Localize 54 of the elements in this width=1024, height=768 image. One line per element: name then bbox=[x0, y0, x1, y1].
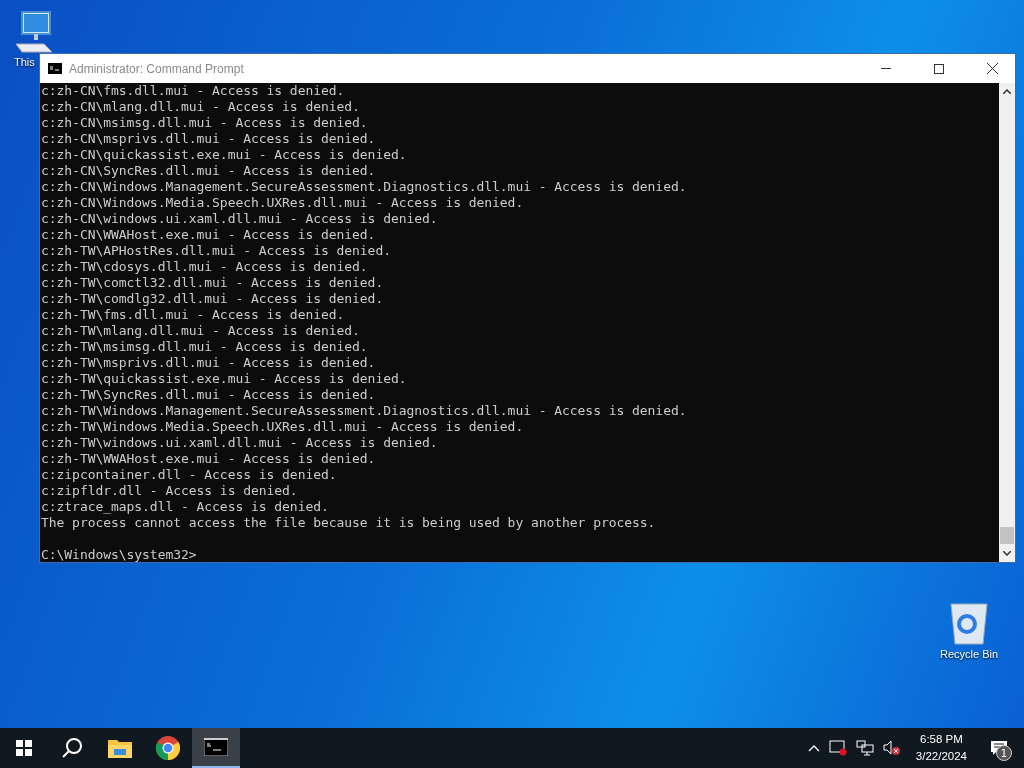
scroll-down-icon[interactable] bbox=[1003, 551, 1011, 556]
console-line: c:zh-TW\msprivs.dll.mui - Access is denied. bbox=[41, 355, 377, 371]
scroll-up-icon[interactable] bbox=[1003, 89, 1011, 94]
scrollbar[interactable] bbox=[999, 83, 1015, 562]
console-line: c:zh-TW\fms.dll.mui - Access is denied. bbox=[41, 307, 346, 323]
minimize-icon bbox=[881, 68, 891, 69]
console-line: c:zh-CN\quickassist.exe.mui - Access is denied. bbox=[41, 147, 408, 163]
console-line: c:zh-TW\WWAHost.exe.mui - Access is denied. bbox=[41, 451, 377, 467]
terminal-icon[interactable] bbox=[204, 738, 228, 756]
console-line: c:zh-TW\Windows.Media.Speech.UXRes.dll.mui - Access is denied. bbox=[41, 419, 525, 435]
chevron-up-icon[interactable] bbox=[807, 744, 820, 752]
scrollbar-thumb[interactable] bbox=[1000, 527, 1014, 544]
console-line: c:zh-TW\SyncRes.dll.mui - Access is denied. bbox=[41, 387, 377, 403]
network-icon[interactable] bbox=[855, 740, 874, 756]
console-line: c:ztrace_maps.dll - Access is denied. bbox=[41, 499, 330, 515]
console-line: c:zh-TW\APHostRes.dll.mui - Access is denied. bbox=[41, 243, 392, 259]
folder-icon[interactable] bbox=[108, 738, 132, 758]
speaker-muted-icon[interactable] bbox=[882, 740, 901, 756]
console-line: c:zh-TW\windows.ui.xaml.dll.mui - Access is denied. bbox=[41, 435, 439, 451]
console-line: c:zh-TW\mlang.dll.mui - Access is denied. bbox=[41, 323, 361, 339]
console-line: c:zipcontainer.dll - Access is denied. bbox=[41, 467, 338, 483]
console-line: c:zh-CN\SyncRes.dll.mui - Access is denied. bbox=[41, 163, 377, 179]
taskbar-button[interactable] bbox=[192, 728, 240, 768]
console-line: The process cannot access the file because it is being used by another process. bbox=[41, 515, 657, 531]
console-line: c:zh-TW\comctl32.dll.mui - Access is denied. bbox=[41, 275, 385, 291]
chrome-icon[interactable] bbox=[156, 736, 180, 760]
command-prompt-line[interactable]: C:\Windows\system32> bbox=[41, 547, 999, 562]
close-icon bbox=[986, 63, 998, 74]
console-line: c:zh-TW\cdosys.dll.mui - Access is denied. bbox=[41, 259, 369, 275]
recycle-bin-icon[interactable] bbox=[949, 602, 990, 646]
console-line: c:zh-CN\msimsg.dll.mui - Access is denied. bbox=[41, 115, 369, 131]
search-icon[interactable] bbox=[61, 737, 83, 759]
windows-logo-icon[interactable] bbox=[16, 740, 32, 756]
console-line: c:zh-TW\comdlg32.dll.mui - Access is denied. bbox=[41, 291, 385, 307]
clock[interactable]: 6:58 PM 3/22/2024 bbox=[909, 731, 973, 765]
console-line: c:zh-CN\Windows.Management.SecureAssessment.Diagnostics.dll.mui - Access is denied. bbox=[41, 179, 688, 195]
console-line: c:zh-CN\windows.ui.xaml.dll.mui - Access is denied. bbox=[41, 211, 439, 227]
terminal-icon bbox=[48, 63, 62, 74]
console-line: c:zh-CN\WWAHost.exe.mui - Access is denied. bbox=[41, 227, 377, 243]
console-line: c:zh-TW\msimsg.dll.mui - Access is denied. bbox=[41, 339, 369, 355]
desktop-icon-label[interactable]: This bbox=[14, 56, 35, 68]
window-title: Administrator: Command Prompt bbox=[69, 61, 245, 76]
console-line: c:zh-CN\fms.dll.mui - Access is denied. bbox=[41, 83, 346, 99]
console-line: c:zh-CN\Windows.Media.Speech.UXRes.dll.mui - Access is denied. bbox=[41, 195, 525, 211]
console-line: c:zipfldr.dll - Access is denied. bbox=[41, 483, 299, 499]
console-line: c:zh-TW\Windows.Management.SecureAssessment.Diagnostics.dll.mui - Access is denied. bbox=[41, 403, 688, 419]
console-line: c:zh-TW\quickassist.exe.mui - Access is denied. bbox=[41, 371, 408, 387]
console-line: c:zh-CN\msprivs.dll.mui - Access is denied. bbox=[41, 131, 377, 147]
notification-count: 1 bbox=[996, 745, 1012, 761]
monitor-alert-icon[interactable] bbox=[828, 740, 847, 756]
action-center-button[interactable]: 1 bbox=[982, 728, 1016, 768]
console-line: c:zh-CN\mlang.dll.mui - Access is denied. bbox=[41, 99, 361, 115]
desktop-icon-label[interactable]: Recycle Bin bbox=[940, 648, 999, 660]
maximize-icon bbox=[934, 63, 944, 74]
